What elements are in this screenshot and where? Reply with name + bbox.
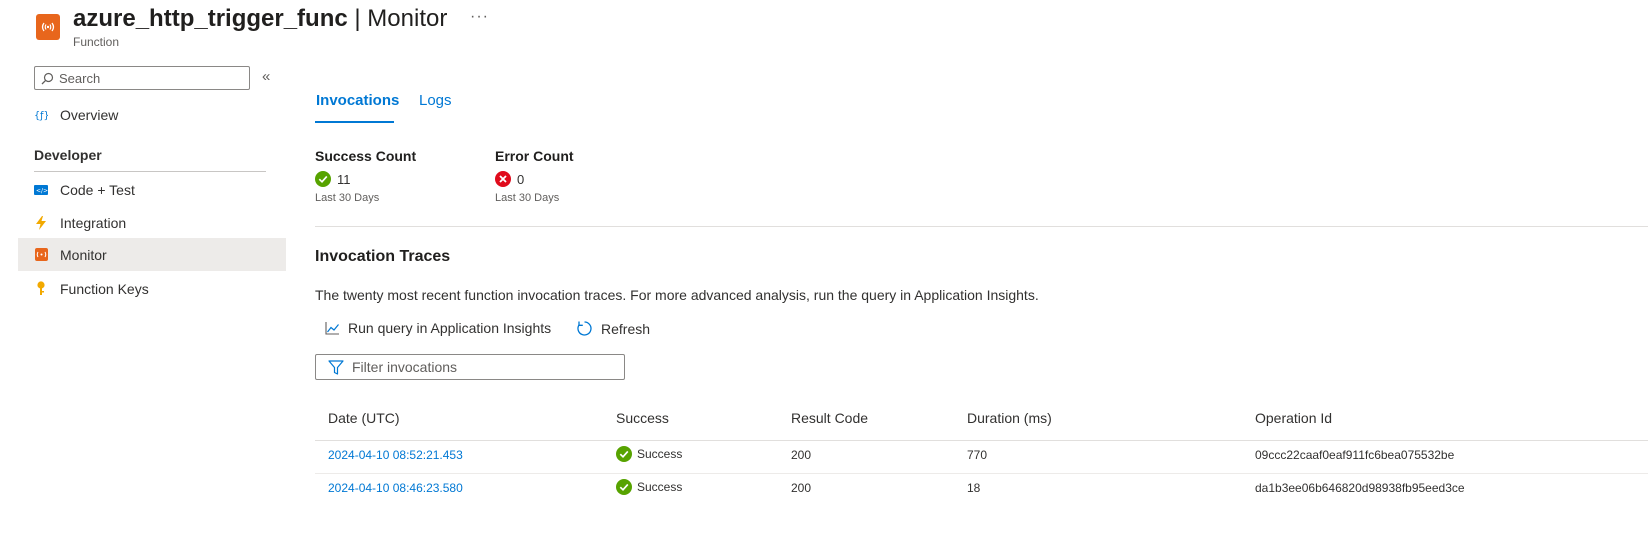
- refresh-button[interactable]: Refresh: [576, 320, 650, 337]
- success-check-icon: [616, 479, 632, 495]
- collapse-sidebar-button[interactable]: «: [262, 68, 270, 85]
- run-query-button[interactable]: Run query in Application Insights: [325, 320, 551, 336]
- blade-name: Monitor: [367, 5, 448, 32]
- success-text: Success: [637, 480, 683, 494]
- function-app-icon: [36, 14, 60, 40]
- chart-line-icon: [325, 321, 339, 335]
- more-actions-button[interactable]: ···: [470, 8, 489, 26]
- refresh-label: Refresh: [601, 320, 651, 337]
- tab-invocations[interactable]: Invocations: [316, 92, 399, 109]
- sidebar-item-label: Code + Test: [60, 181, 135, 198]
- operation-id: da1b3ee06b646820d98938fb95eed3ce: [1255, 481, 1465, 495]
- error-count-title: Error Count: [495, 148, 574, 164]
- result-code: 200: [791, 481, 812, 495]
- resource-type-label: Function: [73, 35, 120, 49]
- monitor-icon: [34, 248, 48, 262]
- section-divider: [315, 226, 1648, 227]
- sidebar-item-function-keys[interactable]: Function Keys: [18, 272, 286, 305]
- success-text: Success: [637, 447, 683, 461]
- error-count-period: Last 30 Days: [495, 192, 560, 204]
- svg-text:{ƒ}: {ƒ}: [34, 110, 48, 121]
- sidebar-divider: [34, 171, 266, 172]
- sidebar-search[interactable]: [34, 66, 250, 90]
- active-tab-indicator: [315, 121, 394, 123]
- invocation-traces-title: Invocation Traces: [315, 248, 451, 265]
- tab-logs[interactable]: Logs: [419, 92, 452, 109]
- success-count-value: 11: [337, 171, 351, 187]
- invocation-date-link[interactable]: 2024-04-10 08:46:23.580: [328, 481, 463, 495]
- sidebar-item-overview[interactable]: {ƒ} Overview: [18, 98, 286, 131]
- code-icon: </>: [34, 183, 48, 197]
- column-header-success[interactable]: Success: [616, 410, 669, 426]
- search-icon: [41, 72, 54, 84]
- column-header-duration[interactable]: Duration (ms): [967, 410, 1052, 426]
- sidebar-item-label: Integration: [60, 214, 127, 231]
- table-header-divider: [315, 440, 1648, 441]
- column-header-date[interactable]: Date (UTC): [328, 410, 400, 426]
- result-code: 200: [791, 448, 812, 462]
- filter-invocations[interactable]: [315, 354, 625, 380]
- success-count-card: Success Count 11 Last 30 Days: [315, 148, 416, 204]
- sidebar-item-monitor[interactable]: Monitor: [18, 238, 286, 271]
- invocation-date-link[interactable]: 2024-04-10 08:52:21.453: [328, 448, 463, 462]
- refresh-icon: [577, 321, 592, 336]
- success-status: Success: [616, 479, 682, 495]
- invocation-traces-description: The twenty most recent function invocati…: [315, 287, 1039, 303]
- success-count-period: Last 30 Days: [315, 192, 380, 204]
- lightning-icon: [34, 215, 48, 230]
- filter-icon: [328, 359, 344, 375]
- error-x-icon: [495, 171, 511, 187]
- column-header-operation-id[interactable]: Operation Id: [1255, 410, 1332, 426]
- sidebar-item-integration[interactable]: Integration: [18, 206, 286, 239]
- sidebar-section-developer: Developer: [34, 147, 102, 163]
- sidebar-item-label: Monitor: [60, 246, 107, 263]
- sidebar-item-code-test[interactable]: </> Code + Test: [18, 173, 286, 206]
- success-check-icon: [315, 171, 331, 187]
- sidebar-item-label: Function Keys: [60, 280, 149, 297]
- resource-name: azure_http_trigger_func: [73, 5, 348, 32]
- row-divider: [315, 473, 1648, 474]
- success-check-icon: [616, 446, 632, 462]
- title-separator: |: [347, 5, 368, 32]
- key-icon: [34, 281, 48, 296]
- duration: 18: [967, 481, 981, 495]
- page-title: azure_http_trigger_func | Monitor: [73, 3, 447, 35]
- success-status: Success: [616, 446, 682, 462]
- error-count-value: 0: [517, 171, 525, 187]
- search-input[interactable]: [59, 70, 239, 86]
- column-header-result-code[interactable]: Result Code: [791, 410, 868, 426]
- function-icon: {ƒ}: [34, 108, 48, 122]
- run-query-label: Run query in Application Insights: [348, 320, 552, 336]
- error-count-card: Error Count 0 Last 30 Days: [495, 148, 574, 204]
- success-count-title: Success Count: [315, 148, 417, 164]
- svg-text:</>: </>: [36, 187, 48, 194]
- sidebar-item-label: Overview: [60, 106, 119, 123]
- duration: 770: [967, 448, 988, 462]
- filter-input[interactable]: [352, 359, 612, 375]
- operation-id: 09ccc22caaf0eaf911fc6bea075532be: [1255, 448, 1455, 462]
